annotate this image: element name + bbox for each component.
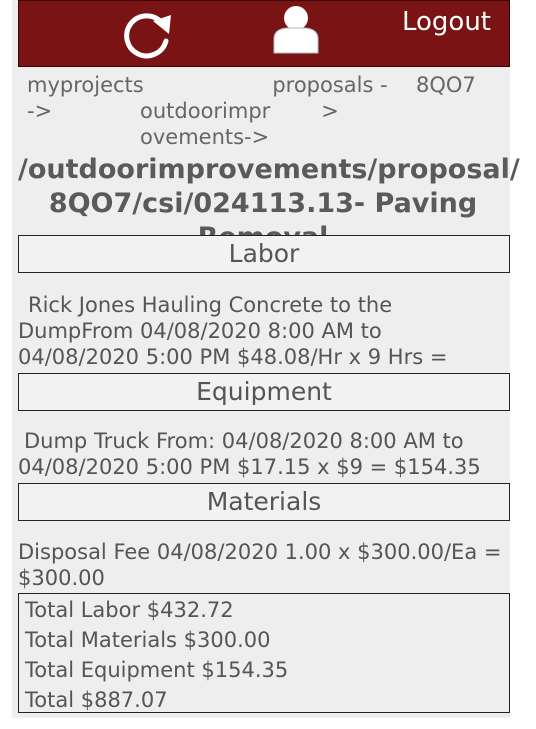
logout-button[interactable]: Logout [402, 7, 491, 37]
app-container: Logout myprojects -> outdoorimpr ovement… [12, 0, 520, 718]
breadcrumb-myprojects[interactable]: myprojects -> [27, 72, 157, 124]
user-profile-button[interactable] [269, 3, 323, 55]
breadcrumb-proposal-id[interactable]: 8QO7 [416, 72, 476, 98]
equipment-section-header: Equipment [18, 373, 510, 411]
total-equipment: Total Equipment $154.35 [25, 658, 289, 682]
labor-section-header: Labor [18, 235, 510, 273]
materials-section-header: Materials [18, 483, 510, 521]
materials-line-item: Disposal Fee 04/08/2020 1.00 x $300.00/E… [18, 540, 502, 590]
totals-panel: Total Labor $432.72 Total Materials $300… [18, 593, 510, 713]
breadcrumb-outdoorimprovements[interactable]: outdoorimpr ovements-> [140, 98, 280, 150]
total-labor: Total Labor $432.72 [25, 598, 234, 622]
breadcrumb-proposals[interactable]: proposals - > [270, 72, 390, 124]
equipment-line-item: Dump Truck From: 04/08/2020 8:00 AM to 0… [18, 429, 481, 479]
refresh-icon [124, 13, 171, 59]
grand-total: Total $887.07 [25, 688, 168, 712]
user-icon [273, 6, 319, 54]
total-materials: Total Materials $300.00 [25, 628, 271, 652]
refresh-button[interactable] [117, 7, 177, 65]
app-header: Logout [18, 0, 510, 67]
